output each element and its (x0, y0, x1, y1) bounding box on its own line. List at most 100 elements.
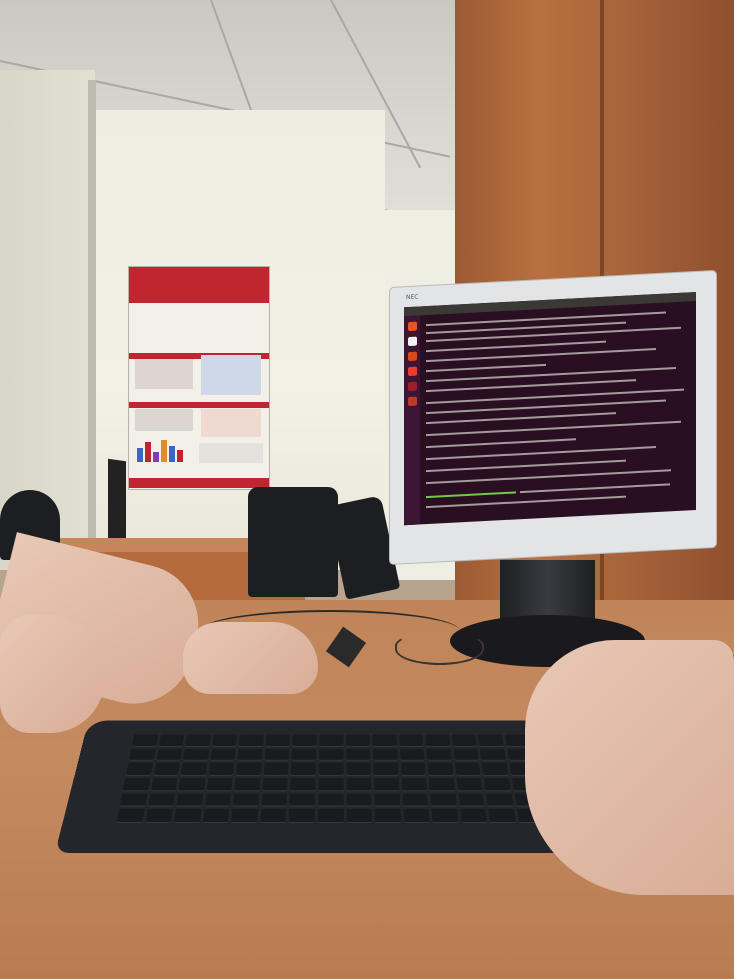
keyboard-key[interactable] (290, 777, 316, 791)
keyboard-key[interactable] (400, 763, 426, 776)
files-icon[interactable] (407, 336, 417, 347)
keyboard-key[interactable] (318, 748, 344, 761)
keyboard-key[interactable] (318, 763, 344, 776)
keyboard-key[interactable] (319, 734, 344, 747)
terminal-prompt (426, 491, 516, 499)
keyboard-key[interactable] (292, 734, 317, 747)
keyboard-key[interactable] (482, 763, 509, 776)
keyboard-key[interactable] (263, 763, 289, 776)
keyboard-keys[interactable] (116, 734, 574, 823)
keyboard-key[interactable] (373, 763, 399, 776)
keyboard-key[interactable] (210, 748, 236, 761)
keyboard-key[interactable] (459, 809, 488, 823)
keyboard-key[interactable] (374, 793, 401, 807)
keyboard-key[interactable] (427, 763, 454, 776)
keyboard-key[interactable] (206, 777, 233, 791)
keyboard-key[interactable] (150, 777, 178, 791)
keyboard-key[interactable] (119, 793, 148, 807)
keyboard-key[interactable] (372, 734, 397, 747)
keyboard-key[interactable] (317, 793, 344, 807)
keyboard-key[interactable] (153, 763, 180, 776)
terminal-line (426, 459, 626, 473)
keyboard-key[interactable] (208, 763, 235, 776)
keyboard-key[interactable] (212, 734, 238, 747)
app-icon[interactable] (407, 396, 417, 407)
keyboard-key[interactable] (125, 763, 153, 776)
keyboard-key[interactable] (261, 793, 288, 807)
keyboard-key[interactable] (158, 734, 185, 747)
keyboard-key[interactable] (232, 793, 260, 807)
keyboard-key[interactable] (128, 748, 156, 761)
keyboard-key[interactable] (484, 777, 511, 791)
keyboard-key[interactable] (238, 734, 264, 747)
keyboard-key[interactable] (430, 793, 457, 807)
keyboard-key[interactable] (345, 734, 370, 747)
keyboard-key[interactable] (176, 793, 204, 807)
keyboard-key[interactable] (488, 809, 517, 823)
browser-icon[interactable] (407, 351, 417, 362)
keyboard-key[interactable] (122, 777, 151, 791)
keyboard-key[interactable] (260, 809, 287, 823)
keyboard-key[interactable] (262, 777, 289, 791)
poster-text-block (135, 409, 193, 431)
ubuntu-launcher[interactable] (404, 315, 420, 526)
keyboard-key[interactable] (403, 809, 430, 823)
keyboard-key[interactable] (451, 734, 478, 747)
keyboard-key[interactable] (144, 809, 173, 823)
keyboard-key[interactable] (374, 809, 401, 823)
keyboard-key[interactable] (453, 748, 479, 761)
keyboard-key[interactable] (264, 748, 290, 761)
keyboard-key[interactable] (373, 777, 400, 791)
keyboard-key[interactable] (480, 748, 507, 761)
keyboard-key[interactable] (178, 777, 206, 791)
keyboard-key[interactable] (289, 793, 316, 807)
keyboard-key[interactable] (346, 809, 373, 823)
keyboard-key[interactable] (202, 809, 230, 823)
keyboard-key[interactable] (235, 763, 262, 776)
app-icon[interactable] (407, 381, 417, 392)
keyboard-key[interactable] (346, 793, 372, 807)
keyboard-key[interactable] (131, 734, 158, 747)
keyboard-key[interactable] (372, 748, 398, 761)
keyboard-key[interactable] (486, 793, 514, 807)
keyboard-key[interactable] (204, 793, 232, 807)
keyboard-key[interactable] (116, 809, 145, 823)
keyboard-key[interactable] (155, 748, 183, 761)
keyboard-key[interactable] (458, 793, 486, 807)
keyboard-key[interactable] (180, 763, 208, 776)
keyboard-key[interactable] (428, 777, 456, 791)
keyboard-key[interactable] (426, 748, 452, 761)
keyboard-key[interactable] (318, 777, 344, 791)
keyboard-key[interactable] (401, 777, 428, 791)
keyboard-key[interactable] (425, 734, 451, 747)
keyboard-key[interactable] (183, 748, 210, 761)
keyboard-key[interactable] (185, 734, 211, 747)
terminal-line (426, 326, 681, 343)
keyboard-key[interactable] (265, 734, 291, 747)
keyboard-key[interactable] (288, 809, 315, 823)
keyboard-key[interactable] (317, 809, 344, 823)
keyboard-key[interactable] (290, 763, 317, 776)
keyboard-key[interactable] (456, 777, 483, 791)
app-icon[interactable] (407, 366, 417, 377)
keyboard-key[interactable] (237, 748, 263, 761)
keyboard-key[interactable] (173, 809, 202, 823)
keyboard-key[interactable] (346, 777, 372, 791)
keyboard-key[interactable] (291, 748, 317, 761)
keyboard-key[interactable] (345, 748, 371, 761)
keyboard-key[interactable] (147, 793, 176, 807)
keyboard-key[interactable] (399, 748, 425, 761)
dash-icon[interactable] (407, 321, 417, 332)
keyboard-key[interactable] (398, 734, 424, 747)
keyboard-key[interactable] (234, 777, 261, 791)
poster-footer (129, 478, 269, 488)
keyboard-key[interactable] (454, 763, 481, 776)
keyboard-key[interactable] (402, 793, 429, 807)
terminal-line (426, 379, 636, 393)
keyboard-key[interactable] (478, 734, 504, 747)
keyboard-key[interactable] (431, 809, 459, 823)
terminal-screen[interactable] (404, 291, 696, 526)
keyboard-key[interactable] (231, 809, 259, 823)
terminal-line (426, 446, 656, 461)
keyboard-key[interactable] (345, 763, 371, 776)
